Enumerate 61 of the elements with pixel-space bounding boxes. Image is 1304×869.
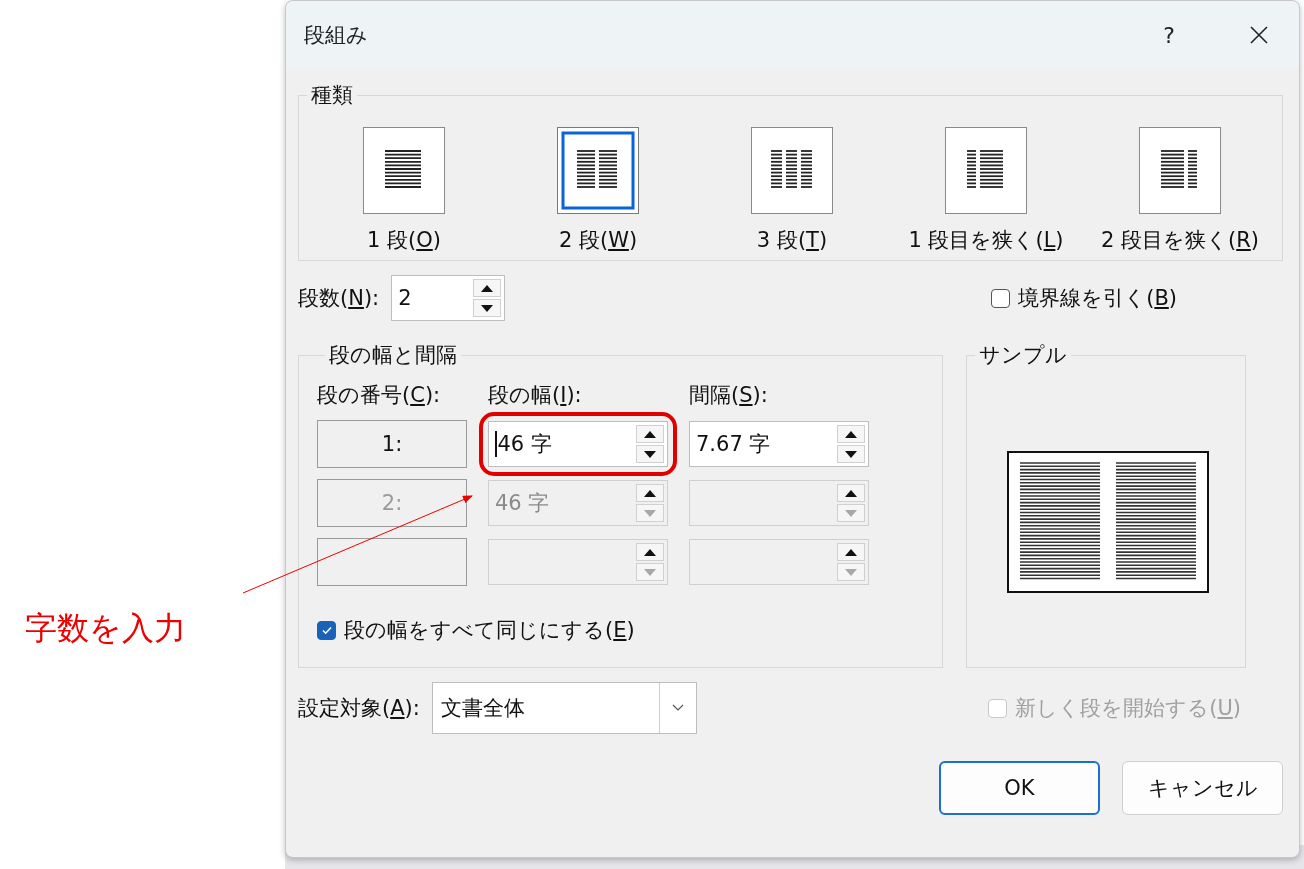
field-value: 46 字 xyxy=(495,490,550,517)
help-button[interactable]: ? xyxy=(1163,22,1175,48)
down-arrow-icon xyxy=(481,304,494,312)
down-arrow-icon xyxy=(845,450,857,458)
up-arrow-icon xyxy=(845,430,857,438)
column-header: 間隔(S): xyxy=(689,382,769,409)
dropdown-value: 文書全体 xyxy=(439,695,526,722)
up-arrow-icon xyxy=(845,489,857,497)
group-label: 段の幅と間隔 xyxy=(328,342,458,369)
field-value: 46 字 xyxy=(497,431,552,458)
group-label: サンプル xyxy=(978,342,1068,369)
one-column-icon[interactable] xyxy=(363,127,445,214)
apply-to-label: 設定対象(A): xyxy=(298,695,420,722)
field-value: 7.67 字 xyxy=(696,431,771,458)
layout-label: 1 段(O) xyxy=(367,227,441,254)
text-cursor xyxy=(495,431,497,457)
up-arrow-icon xyxy=(481,284,494,292)
number-field[interactable]: 46 字 xyxy=(488,421,668,467)
close-icon[interactable] xyxy=(1249,25,1269,45)
field-value: 2 xyxy=(398,286,412,310)
two-column-icon[interactable] xyxy=(557,127,639,214)
spin-down-button[interactable] xyxy=(636,445,664,463)
chevron-down-icon xyxy=(671,704,684,712)
up-arrow-icon xyxy=(845,548,857,556)
down-arrow-icon xyxy=(644,568,656,576)
up-arrow-icon xyxy=(644,548,656,556)
checkbox-label: 境界線を引く(B) xyxy=(1018,285,1177,312)
spin-up-button[interactable] xyxy=(636,425,664,443)
column-header: 段の幅(I): xyxy=(488,382,583,409)
window-title: 段組み xyxy=(304,22,368,49)
spin-up-button[interactable] xyxy=(837,425,865,443)
narrow-right-column-icon[interactable] xyxy=(1139,127,1221,214)
checkbox[interactable] xyxy=(317,620,336,640)
layout-label: 2 段目を狭く(R) xyxy=(1101,227,1259,254)
spin-up-button[interactable] xyxy=(473,279,502,297)
column-count-label: 段数(N): xyxy=(298,285,380,312)
up-arrow-icon xyxy=(644,489,656,497)
layout-label: 2 段(W) xyxy=(558,227,638,254)
number-field[interactable]: 2 xyxy=(391,275,506,321)
apply-to-dropdown[interactable]: 文書全体 xyxy=(431,682,697,734)
spin-down-button[interactable] xyxy=(473,299,502,317)
three-column-icon[interactable] xyxy=(751,127,833,214)
narrow-left-column-icon[interactable] xyxy=(945,127,1027,214)
spin-down-button[interactable] xyxy=(837,445,865,463)
cancel-button[interactable]: キャンセル xyxy=(1122,761,1283,815)
checkbox[interactable] xyxy=(991,288,1011,308)
column-number-button[interactable]: 1: xyxy=(317,420,467,468)
checkbox-label: 段の幅をすべて同じにする(E) xyxy=(344,617,635,644)
group-label: 種類 xyxy=(310,82,354,109)
up-arrow-icon xyxy=(644,430,656,438)
number-field[interactable]: 7.67 字 xyxy=(689,421,869,467)
layout-label: 1 段目を狭く(L) xyxy=(908,227,1064,254)
down-arrow-icon xyxy=(845,568,857,576)
down-arrow-icon xyxy=(644,509,656,517)
annotation-text: 字数を入力 xyxy=(25,608,186,649)
ok-button[interactable]: OK xyxy=(939,761,1100,815)
checkbox-label: 新しく段を開始する(U) xyxy=(1015,695,1241,722)
column-header: 段の番号(C): xyxy=(317,382,442,409)
layout-label: 3 段(T) xyxy=(756,227,828,254)
down-arrow-icon xyxy=(644,450,656,458)
down-arrow-icon xyxy=(845,509,857,517)
